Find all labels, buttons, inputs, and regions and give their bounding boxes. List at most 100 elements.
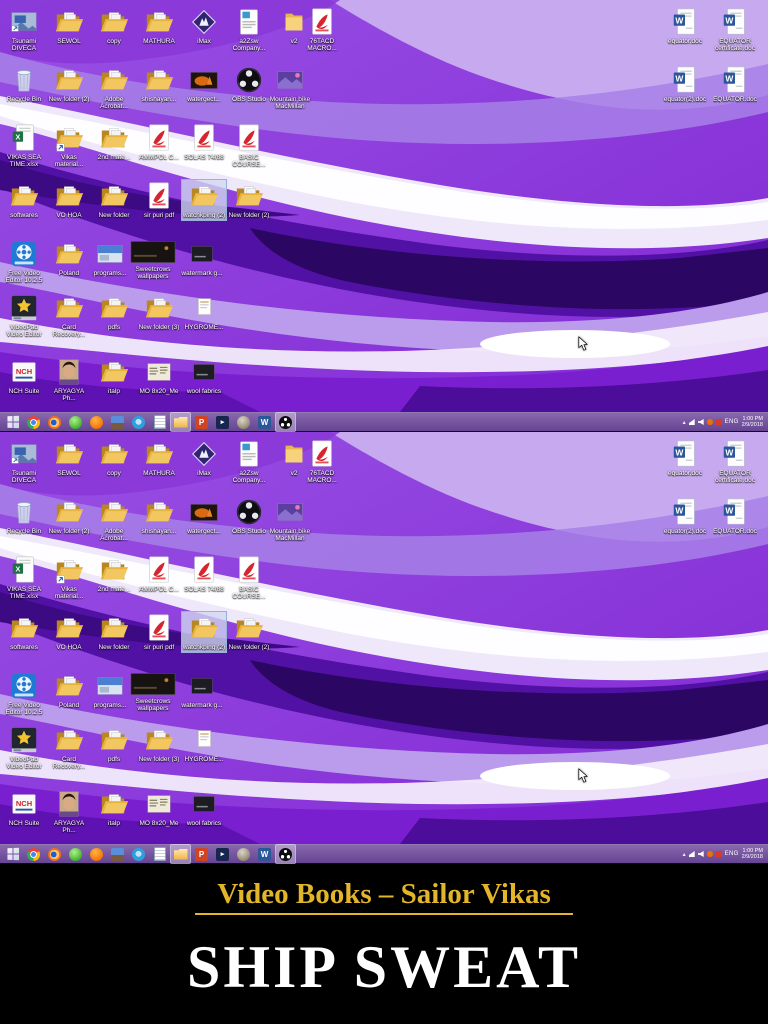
hidden-icons-arrow[interactable]: ▴ [683, 851, 686, 858]
network-icon[interactable] [689, 851, 695, 857]
desktop-icon[interactable]: 2nd mate... [92, 554, 136, 594]
desktop-icon[interactable]: HYGROME... [182, 724, 226, 764]
taskbar-file-explorer-icon[interactable] [171, 413, 190, 431]
desktop-icon[interactable]: AMMPOL C... [137, 554, 181, 594]
desktop-icon[interactable]: Card Recovery... [47, 292, 91, 339]
desktop-icon[interactable]: ARYAGYA Ph... [47, 788, 91, 835]
taskbar-word-icon[interactable]: W [255, 413, 274, 431]
desktop-icon[interactable]: softwares [2, 612, 46, 652]
desktop-icon[interactable]: NCH Suite [2, 788, 46, 828]
taskbar-obs-icon[interactable] [276, 845, 295, 863]
desktop-icon[interactable]: New folder [92, 180, 136, 220]
desktop-icon[interactable]: New folder (3) [137, 292, 181, 332]
taskbar-avast-icon[interactable] [87, 413, 106, 431]
clock[interactable]: 1:00 PM2/9/2018 [742, 416, 763, 429]
desktop-icon[interactable]: NCH Suite [2, 356, 46, 396]
desktop-icon[interactable]: iMax [182, 6, 226, 46]
taskbar-media-player-icon[interactable]: ▸ [213, 413, 232, 431]
desktop-icon[interactable]: watermark g... [180, 670, 224, 710]
desktop-icon[interactable]: wool fabrics [182, 788, 226, 828]
desktop-icon[interactable]: Vikas material... [47, 122, 91, 169]
desktop-icon[interactable]: watermark g... [180, 238, 224, 278]
language-flag-icon[interactable] [716, 851, 722, 857]
desktop-icon[interactable]: BASIC COURSE... [227, 122, 271, 169]
desktop-icon[interactable]: Sweetcrows wallpapers [126, 238, 180, 281]
taskbar-chrome-icon[interactable] [24, 413, 43, 431]
desktop-icon[interactable]: EQUATOR certificate.doc [713, 6, 757, 53]
desktop-icon[interactable]: VideoPad Video Editor [2, 724, 46, 771]
desktop-icon[interactable]: shishayan... [137, 496, 181, 536]
taskbar-start-icon[interactable] [3, 413, 22, 431]
desktop-icon[interactable]: copy [92, 6, 136, 46]
taskbar-notepad-icon[interactable] [150, 413, 169, 431]
avast-tray-icon[interactable] [707, 419, 713, 425]
desktop-icon[interactable]: New folder (2) [47, 496, 91, 536]
desktop-icon[interactable]: Adobe Acrobat... [92, 496, 136, 543]
desktop-icon[interactable]: Tsunami DIVECA [2, 6, 46, 53]
avast-tray-icon[interactable] [707, 851, 713, 857]
taskbar-firefox-icon[interactable] [45, 413, 64, 431]
desktop-icon[interactable]: Sweetcrows wallpapers [126, 670, 180, 713]
desktop-icon[interactable]: Adobe Acrobat... [92, 64, 136, 111]
desktop-icon[interactable]: watergect... [182, 496, 226, 536]
desktop-icon[interactable]: ARYAGYA Ph... [47, 356, 91, 403]
desktop-icon[interactable]: Card Recovery... [47, 724, 91, 771]
desktop-icon[interactable]: BASIC COURSE... [227, 554, 271, 601]
desktop-icon[interactable]: watchkping (2) [182, 612, 226, 652]
desktop-icon[interactable]: a2Zsw Company... [227, 6, 271, 53]
desktop-icon[interactable]: SEWOL [47, 6, 91, 46]
taskbar-media-player-icon[interactable]: ▸ [213, 845, 232, 863]
volume-icon[interactable] [698, 851, 704, 857]
network-icon[interactable] [689, 419, 695, 425]
desktop-icon[interactable]: equator.doc [663, 6, 707, 46]
desktop-icon[interactable]: wool fabrics [182, 356, 226, 396]
desktop-icon[interactable]: EQUATOR.doc [713, 64, 757, 104]
desktop-icon[interactable]: italp [92, 356, 136, 396]
desktop-icon[interactable]: pdfs [92, 724, 136, 764]
desktop-icon[interactable]: New folder (2) [227, 180, 271, 220]
desktop-icon[interactable]: Free Video Editor 10.2.5 [2, 238, 46, 285]
desktop-icon[interactable]: Poland [47, 670, 91, 710]
desktop-icon[interactable]: Recycle Bin [2, 496, 46, 536]
taskbar-photos-icon[interactable] [108, 413, 127, 431]
taskbar-word-icon[interactable]: W [255, 845, 274, 863]
desktop-icon[interactable]: Mountain bike MacMillan [268, 496, 312, 543]
taskbar-sync-icon[interactable] [129, 845, 148, 863]
desktop-icon[interactable]: Poland [47, 238, 91, 278]
taskbar-powerpoint-icon[interactable]: P [192, 845, 211, 863]
desktop-icon[interactable]: italp [92, 788, 136, 828]
desktop-icon[interactable]: shishayan... [137, 64, 181, 104]
desktop-icon[interactable]: 2nd mate... [92, 122, 136, 162]
hidden-icons-arrow[interactable]: ▴ [683, 419, 686, 426]
desktop-icon[interactable]: VIKAS SEA TIME.xlsx [2, 554, 46, 601]
desktop-icon[interactable]: New folder (2) [47, 64, 91, 104]
desktop-icon[interactable]: sir puri pdf [137, 180, 181, 220]
desktop-icon[interactable]: VideoPad Video Editor [2, 292, 46, 339]
desktop-icon[interactable]: VIKAS SEA TIME.xlsx [2, 122, 46, 169]
desktop-icon[interactable]: 76TACD MACRO... [300, 6, 344, 53]
desktop-icon[interactable]: pdfs [92, 292, 136, 332]
language-indicator[interactable]: ENG [725, 851, 739, 857]
taskbar-notepad-icon[interactable] [150, 845, 169, 863]
desktop-icon[interactable]: HYGROME... [182, 292, 226, 332]
taskbar-powerpoint-icon[interactable]: P [192, 413, 211, 431]
desktop-icon[interactable]: watchkping (2) [182, 180, 226, 220]
desktop-icon[interactable]: equator(2).doc [663, 64, 707, 104]
desktop-icon[interactable]: 76TACD MACRO... [300, 438, 344, 485]
desktop-icon[interactable]: Vikas material... [47, 554, 91, 601]
desktop-icon[interactable]: Recycle Bin [2, 64, 46, 104]
desktop-icon[interactable]: SEWOL [47, 438, 91, 478]
desktop-icon[interactable]: MATHURA [137, 6, 181, 46]
language-flag-icon[interactable] [716, 419, 722, 425]
taskbar-obs-icon[interactable] [276, 413, 295, 431]
desktop-icon[interactable]: SOLAS 74/88 [182, 554, 226, 594]
taskbar-gimp-icon[interactable] [234, 413, 253, 431]
taskbar-firefox-icon[interactable] [45, 845, 64, 863]
desktop-icon[interactable]: VO HOA [47, 612, 91, 652]
desktop-icon[interactable]: AMMPOL C... [137, 122, 181, 162]
desktop-icon[interactable]: OBS Studio [227, 64, 271, 104]
taskbar-start-icon[interactable] [3, 845, 22, 863]
desktop-icon[interactable]: copy [92, 438, 136, 478]
taskbar-utorrent-icon[interactable] [66, 845, 85, 863]
desktop-icon[interactable]: MATHURA [137, 438, 181, 478]
